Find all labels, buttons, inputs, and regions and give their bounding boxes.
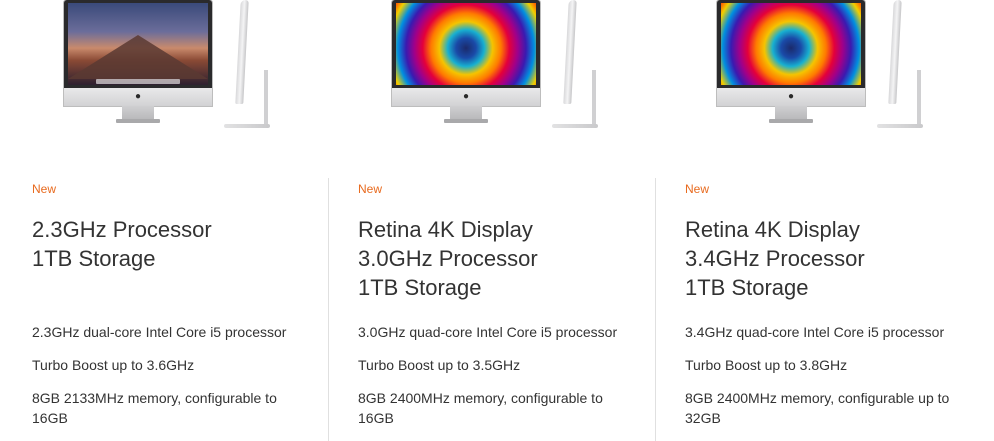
- imac-side-view: [224, 0, 274, 130]
- title-line: 2.3GHz Processor: [32, 217, 212, 242]
- new-badge: New: [685, 182, 710, 196]
- title-line: 3.4GHz Processor: [685, 246, 865, 271]
- product-column-2: ● New Retina 4K Display 3.0GHz Processor…: [328, 0, 654, 441]
- product-column-1: ● New 2.3GHz Processor 1TB Storage 2.3GH…: [0, 0, 326, 441]
- new-badge: New: [358, 182, 383, 196]
- sierra-wallpaper-screen: [68, 3, 208, 85]
- imac-front-view: ●: [717, 0, 865, 126]
- spec-item: 8GB 2133MHz memory, configurable to 16GB: [32, 390, 277, 426]
- product-title[interactable]: 2.3GHz Processor 1TB Storage: [32, 215, 212, 273]
- imac-product-image[interactable]: ●: [386, 0, 606, 130]
- product-title[interactable]: Retina 4K Display 3.0GHz Processor 1TB S…: [358, 215, 538, 302]
- spec-item: 3.0GHz quad-core Intel Core i5 processor: [358, 324, 618, 340]
- spec-item: 3.4GHz quad-core Intel Core i5 processor: [685, 324, 945, 340]
- imac-product-image[interactable]: ●: [58, 0, 278, 130]
- spec-list: 2.3GHz dual-core Intel Core i5 processor…: [32, 322, 302, 441]
- spec-item: 8GB 2400MHz memory, configurable to 16GB: [358, 390, 603, 426]
- title-line: 1TB Storage: [685, 275, 809, 300]
- apple-logo-icon: ●: [787, 91, 795, 102]
- product-title[interactable]: Retina 4K Display 3.4GHz Processor 1TB S…: [685, 215, 865, 302]
- title-line: 1TB Storage: [358, 275, 482, 300]
- spec-item: 8GB 2400MHz memory, configurable up to 3…: [685, 390, 950, 426]
- product-column-3: ● New Retina 4K Display 3.4GHz Processor…: [655, 0, 981, 441]
- product-comparison: ● New 2.3GHz Processor 1TB Storage 2.3GH…: [0, 0, 994, 441]
- new-badge: New: [32, 182, 57, 196]
- imac-side-view: [552, 0, 602, 130]
- color-swirl-wallpaper-screen: [721, 3, 861, 85]
- imac-side-view: [877, 0, 927, 130]
- title-line: Retina 4K Display: [358, 217, 533, 242]
- imac-front-view: ●: [392, 0, 540, 126]
- spec-item: Turbo Boost up to 3.8GHz: [685, 357, 848, 373]
- spec-list: 3.0GHz quad-core Intel Core i5 processor…: [358, 322, 638, 441]
- apple-logo-icon: ●: [462, 91, 470, 102]
- spec-item: Turbo Boost up to 3.5GHz: [358, 357, 521, 373]
- spec-list: 3.4GHz quad-core Intel Core i5 processor…: [685, 322, 965, 441]
- apple-logo-icon: ●: [134, 91, 142, 102]
- title-line: Retina 4K Display: [685, 217, 860, 242]
- title-line: 3.0GHz Processor: [358, 246, 538, 271]
- title-line: 1TB Storage: [32, 246, 156, 271]
- color-swirl-wallpaper-screen: [396, 3, 536, 85]
- spec-item: Turbo Boost up to 3.6GHz: [32, 357, 195, 373]
- imac-product-image[interactable]: ●: [711, 0, 931, 130]
- spec-item: 2.3GHz dual-core Intel Core i5 processor: [32, 324, 287, 340]
- imac-front-view: ●: [64, 0, 212, 126]
